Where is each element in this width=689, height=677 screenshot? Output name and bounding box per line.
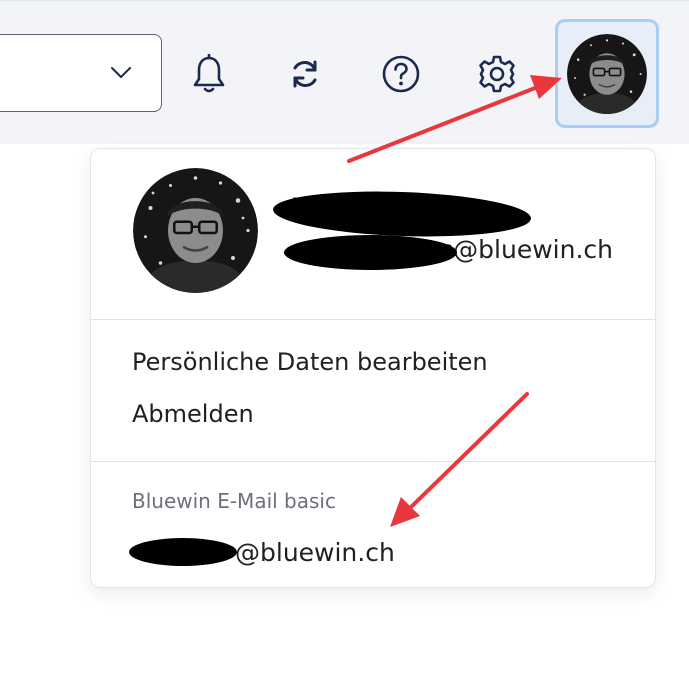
settings-button[interactable] <box>472 49 522 99</box>
logout-link[interactable]: Abmelden <box>132 400 254 428</box>
account-type-label: Bluewin E-Mail basic <box>132 489 336 513</box>
menu-divider <box>91 319 655 320</box>
sync-button[interactable] <box>280 49 330 99</box>
bell-icon <box>193 54 225 93</box>
avatar <box>567 33 647 114</box>
edit-personal-data-link[interactable]: Persönliche Daten bearbeiten <box>132 348 488 376</box>
gear-icon <box>479 55 515 93</box>
profile-avatar-button[interactable] <box>555 19 659 128</box>
help-icon <box>382 55 420 93</box>
redaction-mark <box>284 235 457 270</box>
profile-avatar-large <box>133 168 258 293</box>
redaction-mark <box>129 538 237 566</box>
account-select[interactable] <box>0 34 162 112</box>
account-email: @bluewin.ch <box>235 538 395 567</box>
top-toolbar <box>0 0 689 144</box>
help-button[interactable] <box>376 49 426 99</box>
notifications-button[interactable] <box>184 49 234 99</box>
menu-divider <box>91 461 655 462</box>
redaction-mark <box>272 187 532 241</box>
sync-icon <box>293 60 317 88</box>
chevron-down-icon[interactable] <box>110 64 132 80</box>
profile-menu: R s@bluewin.ch Persönliche Daten bearbei… <box>90 148 656 588</box>
